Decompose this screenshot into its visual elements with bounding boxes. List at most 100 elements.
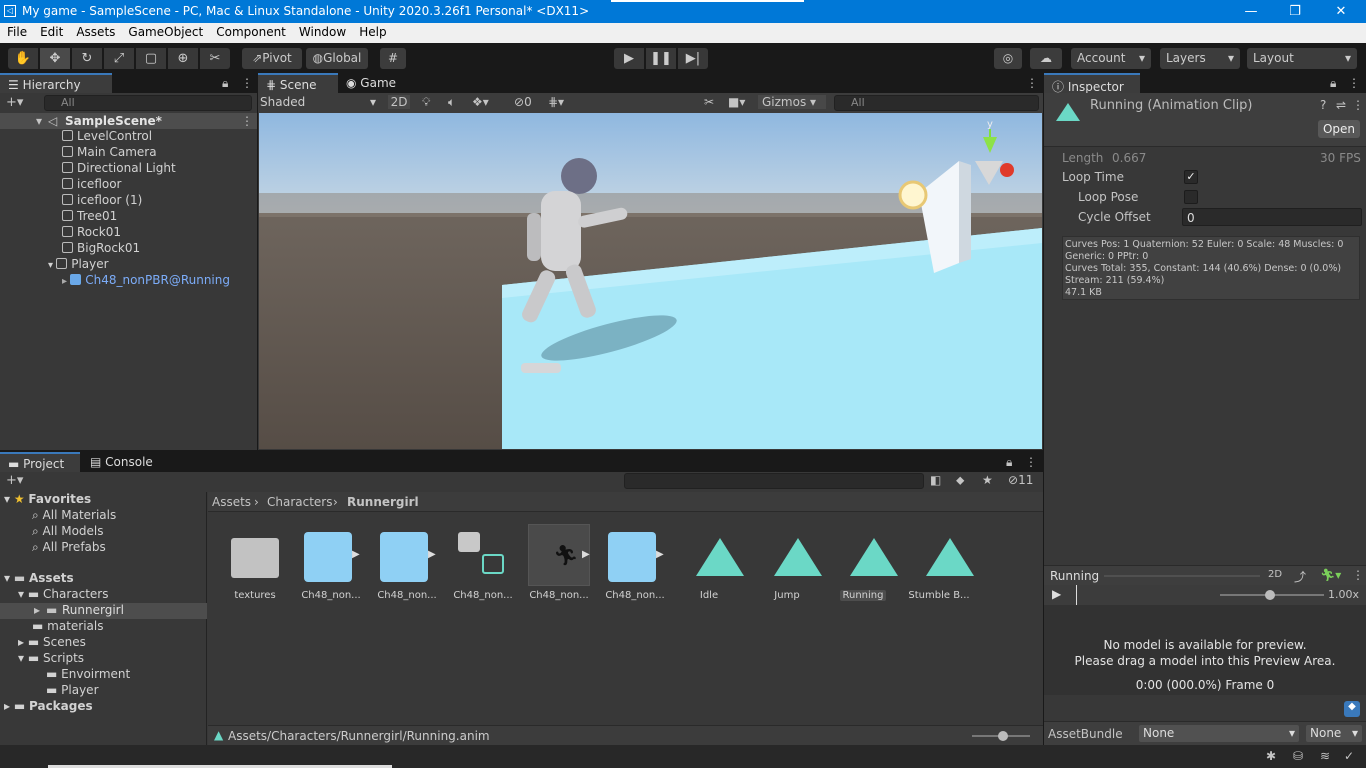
menu-window[interactable]: Window bbox=[292, 23, 352, 39]
tree-fav-item[interactable]: ⌕ All Materials bbox=[32, 508, 116, 524]
scene-search-input[interactable]: All bbox=[834, 95, 1039, 111]
hidden-packages-icon[interactable]: ⊘11 bbox=[1008, 473, 1033, 487]
hierarchy-item[interactable]: Tree01 bbox=[62, 209, 117, 225]
progress-icon[interactable]: ≋ bbox=[1320, 749, 1330, 763]
hierarchy-item[interactable]: LevelControl bbox=[62, 129, 152, 145]
star-icon[interactable]: ★ bbox=[982, 473, 993, 487]
more-icon[interactable]: ⋮ bbox=[1352, 98, 1364, 112]
tab-project[interactable]: ▬ Project bbox=[0, 452, 80, 472]
tree-favorites[interactable]: ▾ ★ Favorites bbox=[4, 492, 91, 508]
hidden-objects-icon[interactable]: ⊘0 bbox=[514, 95, 532, 109]
hierarchy-item[interactable]: BigRock01 bbox=[62, 241, 140, 257]
hierarchy-item[interactable]: Directional Light bbox=[62, 161, 176, 177]
loop-time-checkbox[interactable]: ✓ bbox=[1184, 170, 1198, 184]
tab-inspector[interactable]: ⓘ Inspector bbox=[1044, 73, 1140, 94]
restore-button[interactable]: ❐ bbox=[1272, 0, 1318, 23]
shading-dropdown[interactable]: Shaded ▾ bbox=[260, 95, 378, 111]
asset-item[interactable]: ▶ Ch48_non... bbox=[600, 524, 670, 601]
cycle-offset-input[interactable]: 0 bbox=[1182, 208, 1362, 226]
play-button[interactable]: ▶ bbox=[614, 48, 644, 69]
play-icon[interactable]: ▶ bbox=[1052, 587, 1061, 601]
asset-item[interactable]: ▶ Ch48_non... bbox=[296, 524, 366, 601]
scene-row[interactable]: ▾ ◁ SampleScene* ⋮ bbox=[0, 113, 257, 129]
loop-pose-checkbox[interactable] bbox=[1184, 190, 1198, 204]
asset-item-selected[interactable]: Running bbox=[828, 524, 898, 601]
debug-icon[interactable]: ✱ bbox=[1266, 749, 1276, 763]
layout-dropdown[interactable]: Layout ▾ bbox=[1247, 48, 1357, 69]
tree-folder[interactable]: ▬ Player bbox=[46, 683, 99, 699]
pause-button[interactable]: ❚❚ bbox=[646, 48, 676, 69]
menu-edit[interactable]: Edit bbox=[33, 23, 69, 39]
asset-item[interactable]: 🏃︎ ▶ Ch48_non... bbox=[524, 524, 594, 601]
cloud-icon[interactable]: ☁ bbox=[1030, 48, 1062, 69]
more-icon[interactable]: ⋮ bbox=[241, 76, 253, 90]
tab-game[interactable]: ◉ Game bbox=[338, 73, 418, 93]
tree-folder[interactable]: ▸ ▬ Scenes bbox=[18, 635, 86, 651]
hierarchy-item[interactable]: icefloor (1) bbox=[62, 193, 142, 209]
add-icon[interactable]: +▾ bbox=[6, 95, 23, 110]
rect-tool-icon[interactable]: ▢ bbox=[136, 48, 166, 69]
cache-icon[interactable]: ⛁ bbox=[1293, 749, 1303, 763]
scale-tool-icon[interactable]: ⤢ bbox=[104, 48, 134, 69]
zoom-slider-thumb[interactable] bbox=[998, 731, 1008, 741]
audio-icon[interactable]: 🔈︎ bbox=[448, 95, 455, 110]
close-button[interactable]: ✕ bbox=[1318, 0, 1364, 23]
tag-icon[interactable]: ◆ bbox=[1344, 701, 1360, 717]
camera-icon[interactable]: ■▾ bbox=[728, 95, 745, 109]
add-icon[interactable]: +▾ bbox=[6, 473, 23, 488]
more-icon[interactable]: ⋮ bbox=[1025, 455, 1037, 469]
more-icon[interactable]: ⋮ bbox=[1026, 76, 1038, 90]
asset-item[interactable]: textures bbox=[220, 524, 290, 601]
variant-dropdown[interactable]: None ▾ bbox=[1306, 725, 1362, 742]
asset-item[interactable]: Stumble B... bbox=[904, 524, 974, 601]
menu-component[interactable]: Component bbox=[209, 23, 292, 39]
asset-item[interactable]: Jump bbox=[752, 524, 822, 601]
tab-hierarchy[interactable]: ☰ Hierarchy bbox=[0, 73, 112, 93]
gizmos-dropdown[interactable]: Gizmos ▾ bbox=[758, 95, 826, 109]
account-dropdown[interactable]: Account ▾ bbox=[1071, 48, 1151, 69]
menu-help[interactable]: Help bbox=[352, 23, 392, 39]
breadcrumb-item[interactable]: Assets bbox=[212, 495, 251, 509]
hierarchy-item[interactable]: icefloor bbox=[62, 177, 122, 193]
preview-area[interactable]: No model is available for preview. Pleas… bbox=[1044, 605, 1366, 695]
tab-console[interactable]: ▤ Console bbox=[82, 452, 168, 472]
minimize-button[interactable]: — bbox=[1228, 0, 1274, 23]
grid-toggle-icon[interactable]: ⋕▾ bbox=[548, 95, 564, 109]
avatar-icon[interactable]: 🏃︎▾ bbox=[1320, 568, 1341, 582]
rotate-tool-icon[interactable]: ↻ bbox=[72, 48, 102, 69]
hierarchy-item[interactable]: ▸ Ch48_nonPBR@Running bbox=[62, 273, 230, 289]
hand-tool-icon[interactable]: ✋ bbox=[8, 48, 38, 69]
tree-folder[interactable]: ▾ ▬ Scripts bbox=[18, 651, 84, 667]
tree-folder-selected[interactable]: ▸ ▬ Runnergirl bbox=[0, 603, 207, 619]
tree-packages[interactable]: ▸ ▬ Packages bbox=[4, 699, 93, 715]
project-search-input[interactable] bbox=[624, 473, 924, 489]
menu-gameobject[interactable]: GameObject bbox=[121, 23, 209, 39]
lock-icon[interactable]: 🔒︎ bbox=[222, 76, 228, 91]
tree-assets[interactable]: ▾ ▬ Assets bbox=[4, 571, 74, 587]
menu-file[interactable]: File bbox=[0, 23, 33, 39]
preview-2d-button[interactable]: 2D bbox=[1268, 569, 1282, 580]
pivot-toggle[interactable]: ⇗Pivot bbox=[242, 48, 302, 69]
lighting-icon[interactable]: 💡︎ bbox=[422, 95, 430, 110]
tools-icon[interactable]: ✂ bbox=[704, 95, 714, 109]
hierarchy-search-input[interactable]: All bbox=[44, 95, 252, 111]
asset-item[interactable]: Idle bbox=[674, 524, 744, 601]
collab-icon[interactable]: ◎ bbox=[994, 48, 1022, 69]
tab-scene[interactable]: ⋕ Scene bbox=[258, 73, 338, 93]
scene-viewport[interactable]: y bbox=[259, 113, 1042, 449]
help-icon[interactable]: ? bbox=[1320, 98, 1326, 112]
tree-folder[interactable]: ▬ materials bbox=[32, 619, 104, 635]
check-icon[interactable]: ✓ bbox=[1344, 749, 1354, 763]
preview-resize-handle[interactable] bbox=[1104, 575, 1260, 577]
hierarchy-item[interactable]: ▾ Player bbox=[48, 257, 109, 273]
speed-slider-thumb[interactable] bbox=[1265, 590, 1275, 600]
more-icon[interactable]: ⋮ bbox=[1352, 568, 1364, 582]
menu-assets[interactable]: Assets bbox=[69, 23, 121, 39]
tree-folder[interactable]: ▾ ▬ Characters bbox=[18, 587, 109, 603]
move-tool-icon[interactable]: ✥ bbox=[40, 48, 70, 69]
toggle-2d-button[interactable]: 2D bbox=[388, 95, 410, 109]
more-icon[interactable]: ⋮ bbox=[241, 114, 253, 128]
asset-item[interactable]: Ch48_non... bbox=[448, 524, 518, 601]
pivot-preview-icon[interactable]: ⤴ bbox=[1294, 568, 1306, 585]
breadcrumb-item[interactable]: Characters bbox=[267, 495, 333, 509]
